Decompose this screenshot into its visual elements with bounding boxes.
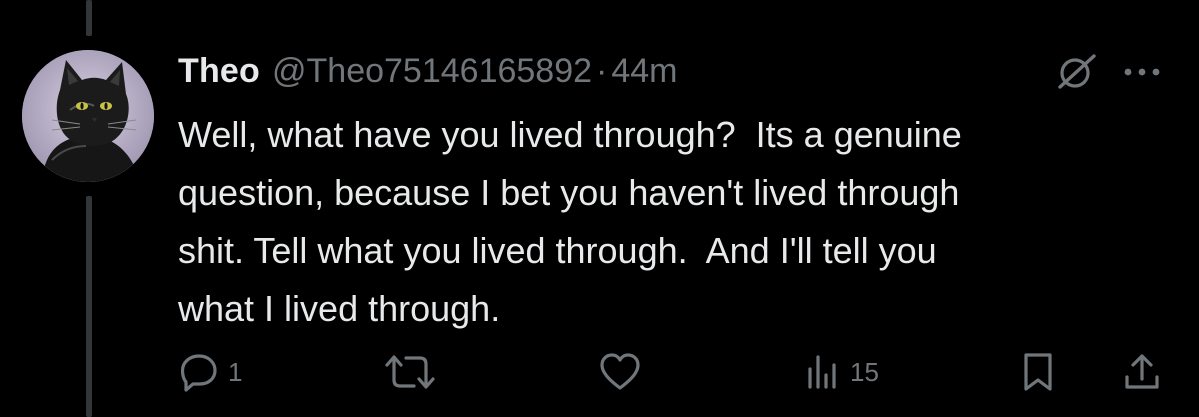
retweet-icon (385, 355, 435, 389)
separator-dot: · (596, 51, 608, 90)
reply-count: 1 (228, 356, 243, 387)
user-handle[interactable]: @Theo75146165892 (272, 52, 592, 91)
more-icon[interactable] (1118, 52, 1166, 92)
grok-icon[interactable] (1054, 52, 1100, 92)
bookmark-button[interactable] (1018, 346, 1058, 398)
timestamp[interactable]: 44m (611, 52, 677, 91)
share-icon (1125, 354, 1159, 389)
reply-button[interactable]: 1 (178, 346, 242, 398)
tweet-card[interactable]: Theo @Theo75146165892 · 44m Well, what h… (0, 0, 1199, 417)
views-icon (808, 355, 836, 389)
tweet-header: Theo @Theo75146165892 · 44m (178, 48, 678, 94)
views-button[interactable]: 15 (804, 346, 879, 398)
black-cat-avatar-icon (22, 50, 154, 182)
display-name[interactable]: Theo (178, 52, 260, 91)
views-count: 15 (850, 356, 879, 387)
bookmark-icon (1024, 353, 1052, 391)
share-button[interactable] (1122, 346, 1162, 398)
heart-icon (600, 353, 640, 390)
reply-icon (180, 354, 217, 392)
tweet-text: Well, what have you lived through? Its a… (178, 114, 962, 329)
tweet-actions-bar: 1 15 (0, 346, 1199, 398)
retweet-button[interactable] (384, 346, 444, 398)
like-button[interactable] (598, 346, 650, 398)
thread-line-top (86, 0, 92, 36)
avatar[interactable] (22, 50, 154, 182)
tweet-top-actions (1054, 52, 1166, 92)
